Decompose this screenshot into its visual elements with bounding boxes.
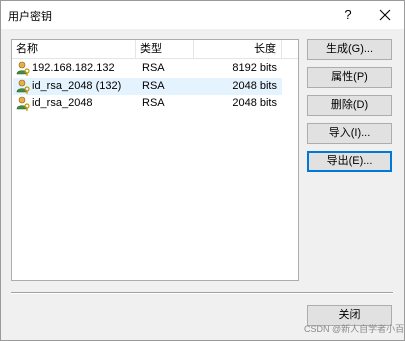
column-header-name[interactable]: 名称 (12, 40, 136, 58)
user-key-icon (16, 96, 31, 111)
key-list[interactable]: 名称 类型 长度 192.168.182.132 RSA 8192 bits i… (11, 39, 299, 281)
key-length: 2048 bits (232, 97, 277, 109)
key-type: RSA (142, 80, 165, 92)
list-header: 名称 类型 长度 (12, 40, 298, 59)
key-name: 192.168.182.132 (32, 62, 115, 74)
column-header-length[interactable]: 长度 (194, 40, 282, 58)
generate-button[interactable]: 生成(G)... (307, 39, 392, 60)
list-item[interactable]: 192.168.182.132 RSA 8192 bits (13, 60, 282, 77)
key-name: id_rsa_2048 (32, 97, 93, 109)
list-item[interactable]: id_rsa_2048 RSA 2048 bits (13, 95, 282, 112)
divider (11, 292, 393, 294)
export-button[interactable]: 导出(E)... (307, 151, 392, 172)
window-title: 用户密钥 (8, 11, 52, 23)
close-icon[interactable] (375, 5, 395, 25)
title-bar: 用户密钥 ? (1, 1, 404, 29)
key-type: RSA (142, 97, 165, 109)
import-button[interactable]: 导入(I)... (307, 123, 392, 144)
key-length: 2048 bits (232, 80, 277, 92)
user-key-icon (16, 79, 31, 94)
watermark: CSDN @新人自学者小百 (304, 324, 405, 334)
user-key-icon (16, 61, 31, 76)
key-length: 8192 bits (232, 62, 277, 74)
column-header-type[interactable]: 类型 (136, 40, 194, 58)
properties-button[interactable]: 属性(P) (307, 67, 392, 88)
key-name: id_rsa_2048 (132) (32, 80, 122, 92)
list-item[interactable]: id_rsa_2048 (132) RSA 2048 bits (13, 78, 282, 95)
user-keys-dialog: 用户密钥 ? 名称 类型 长度 192.168.182.132 RSA 8192… (0, 0, 405, 341)
delete-button[interactable]: 删除(D) (307, 95, 392, 116)
key-type: RSA (142, 62, 165, 74)
help-button[interactable]: ? (338, 5, 358, 25)
